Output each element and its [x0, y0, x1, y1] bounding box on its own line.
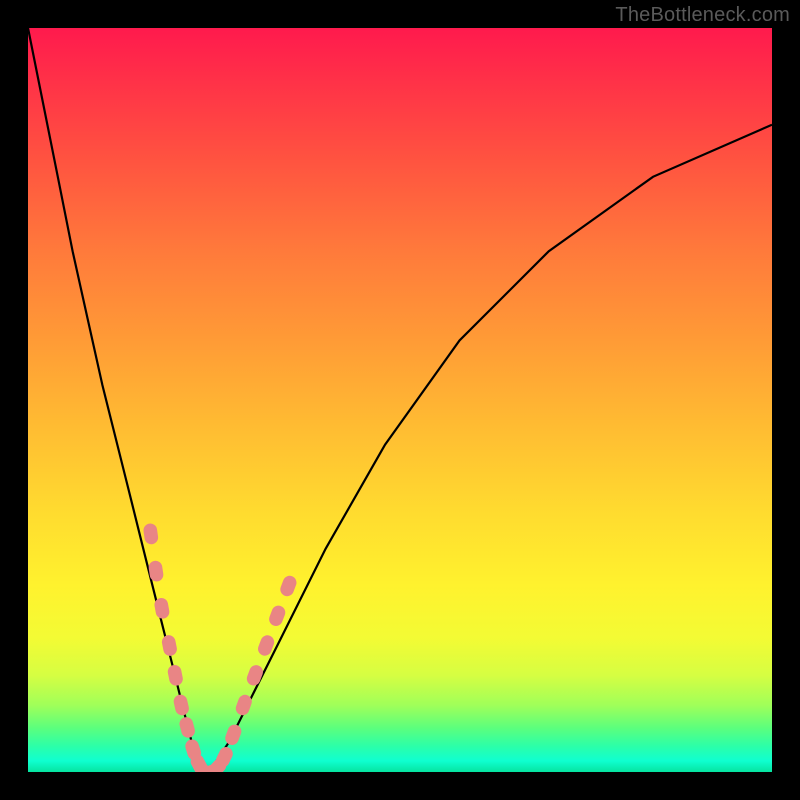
curve-layer: [28, 28, 772, 772]
data-point: [278, 574, 298, 598]
data-point: [143, 523, 159, 545]
data-point: [161, 634, 178, 657]
data-point: [178, 716, 196, 740]
watermark-text: TheBottleneck.com: [615, 4, 790, 27]
data-point: [245, 663, 265, 687]
data-point: [223, 723, 243, 747]
bottleneck-curve: [28, 28, 772, 772]
data-point: [167, 664, 184, 687]
plot-area: [28, 28, 772, 772]
data-point-markers: [143, 523, 299, 772]
data-point: [172, 693, 190, 716]
chart-frame: TheBottleneck.com: [0, 0, 800, 800]
data-point: [267, 604, 287, 628]
